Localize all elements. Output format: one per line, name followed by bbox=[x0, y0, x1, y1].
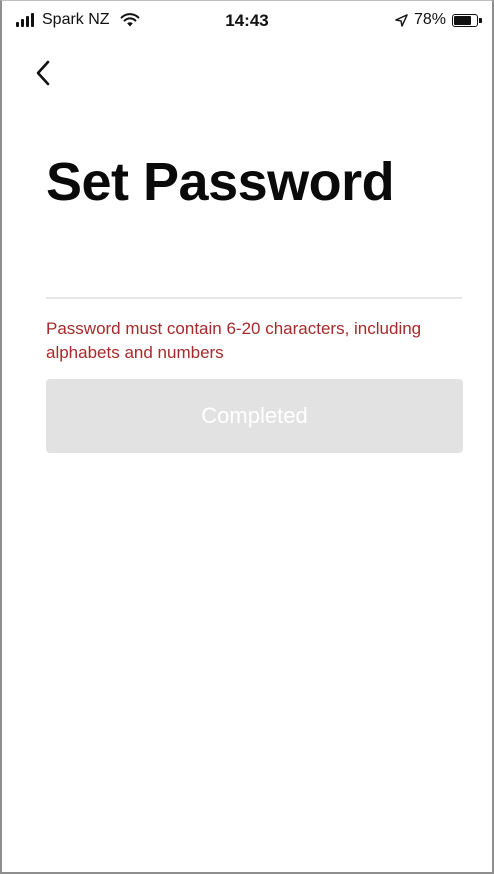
status-bar: Spark NZ 14:43 78% bbox=[2, 1, 492, 41]
phone-screen: Spark NZ 14:43 78% Set Password Password… bbox=[0, 0, 494, 874]
completed-button[interactable]: Completed bbox=[46, 379, 463, 453]
status-right: 78% bbox=[395, 11, 482, 29]
battery-percent: 78% bbox=[413, 11, 446, 28]
password-field[interactable] bbox=[46, 255, 462, 299]
page-title: Set Password bbox=[46, 152, 395, 212]
back-button[interactable] bbox=[28, 55, 58, 91]
chevron-left-icon bbox=[36, 60, 50, 86]
password-error-message: Password must contain 6-20 characters, i… bbox=[46, 319, 422, 362]
battery-level-fill bbox=[454, 15, 472, 25]
location-arrow-icon bbox=[395, 13, 408, 27]
battery-icon bbox=[452, 13, 482, 27]
